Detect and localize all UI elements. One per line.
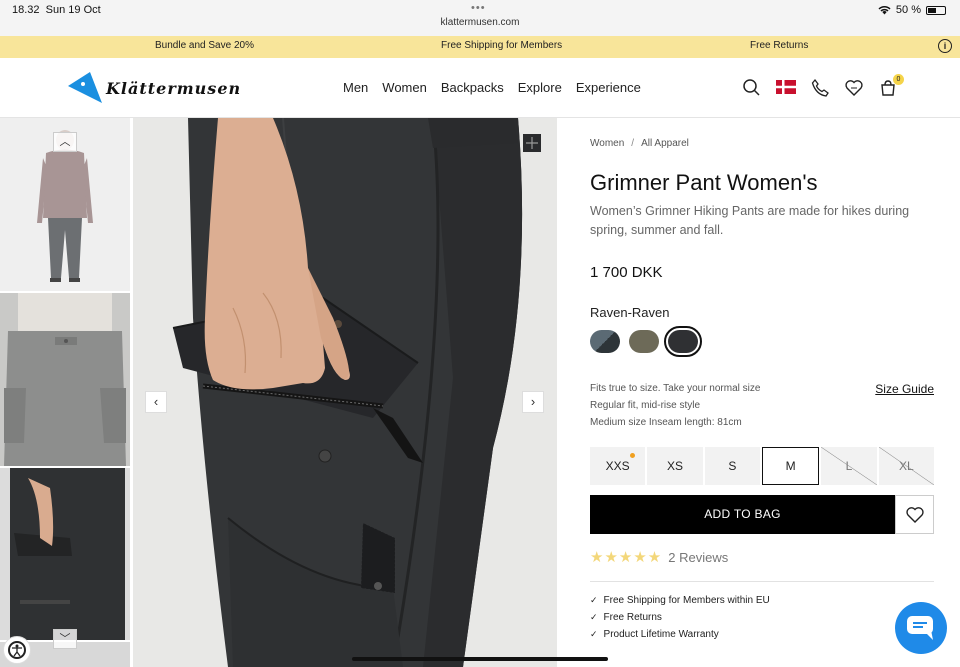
breadcrumb-all-apparel[interactable]: All Apparel bbox=[641, 138, 689, 149]
size-m[interactable]: M bbox=[761, 447, 820, 485]
multitasking-dots[interactable]: ••• bbox=[471, 2, 486, 14]
bag-icon[interactable]: 0 bbox=[878, 74, 904, 98]
size-label: XS bbox=[666, 459, 683, 473]
chat-button[interactable] bbox=[895, 602, 947, 654]
date-text: Sun 19 Oct bbox=[45, 4, 101, 16]
thumbnail-full-body[interactable]: ︿ bbox=[0, 118, 130, 291]
add-to-bag-button[interactable]: ADD TO BAG bbox=[590, 495, 895, 534]
site-header: Klättermusen Men Women Backpacks Explore… bbox=[0, 58, 960, 118]
size-selector: XXS XS S M L XL bbox=[590, 447, 935, 485]
promo-returns: Free Returns bbox=[750, 40, 809, 51]
reviews-count[interactable]: 2 Reviews bbox=[668, 550, 728, 565]
fit-info: Fits true to size. Take your normal size… bbox=[590, 380, 760, 431]
brand-logo[interactable]: Klättermusen bbox=[68, 72, 241, 104]
nav-experience[interactable]: Experience bbox=[576, 80, 641, 95]
color-swatch-olive[interactable] bbox=[629, 330, 659, 353]
perk-item: Free Returns bbox=[590, 609, 770, 626]
status-right: 50 % bbox=[878, 4, 946, 16]
color-swatches bbox=[590, 326, 702, 357]
size-label: S bbox=[728, 459, 737, 473]
size-guide-link[interactable]: Size Guide bbox=[875, 382, 934, 396]
header-icons: 0 bbox=[742, 74, 904, 98]
battery-icon bbox=[926, 5, 946, 15]
size-l[interactable]: L bbox=[821, 447, 877, 485]
info-icon[interactable]: i bbox=[938, 39, 952, 53]
promo-bundle: Bundle and Save 20% bbox=[155, 40, 254, 51]
size-xl[interactable]: XL bbox=[878, 447, 935, 485]
fit-line: Fits true to size. Take your normal size bbox=[590, 383, 761, 394]
wishlist-button[interactable] bbox=[895, 495, 934, 534]
color-swatch-blue-raven[interactable] bbox=[590, 330, 620, 353]
size-xs[interactable]: XS bbox=[647, 447, 703, 485]
thumbnail-up-button[interactable]: ︿ bbox=[53, 132, 77, 152]
status-time: 18.32 Sun 19 Oct bbox=[12, 4, 101, 16]
accessibility-icon bbox=[8, 641, 26, 659]
product-details: Women / All Apparel Grimner Pant Women's W… bbox=[557, 118, 960, 667]
divider bbox=[590, 581, 934, 582]
size-s[interactable]: S bbox=[704, 447, 760, 485]
thumbnail-waist[interactable] bbox=[0, 293, 130, 466]
promo-shipping: Free Shipping for Members bbox=[441, 40, 563, 51]
accessibility-button[interactable] bbox=[3, 636, 31, 664]
chat-bubble-icon bbox=[907, 616, 933, 640]
nav-men[interactable]: Men bbox=[343, 80, 368, 95]
thumbnail-strip: ︿ ﹀ bbox=[0, 118, 131, 667]
fit-line: Medium size Inseam length: 81cm bbox=[590, 417, 742, 428]
wifi-icon bbox=[878, 6, 891, 15]
cart-count-badge: 0 bbox=[893, 74, 904, 85]
time-text: 18.32 bbox=[12, 4, 40, 16]
thumbnail-pocket[interactable] bbox=[0, 468, 130, 640]
nav-women[interactable]: Women bbox=[382, 80, 427, 95]
nav-explore[interactable]: Explore bbox=[518, 80, 562, 95]
color-swatch-raven[interactable] bbox=[664, 326, 702, 357]
logo-triangle-icon bbox=[68, 72, 102, 103]
nav-backpacks[interactable]: Backpacks bbox=[441, 80, 504, 95]
breadcrumb: Women / All Apparel bbox=[590, 138, 689, 149]
home-indicator[interactable] bbox=[352, 657, 608, 661]
size-label: L bbox=[845, 459, 853, 473]
size-xxs[interactable]: XXS bbox=[590, 447, 646, 485]
fit-line: Regular fit, mid-rise style bbox=[590, 400, 701, 411]
next-image-button[interactable]: › bbox=[522, 391, 544, 413]
perk-item: Free Shipping for Members within EU bbox=[590, 592, 770, 609]
thumbnail-down-button[interactable]: ﹀ bbox=[53, 629, 77, 649]
heart-outline-icon bbox=[905, 506, 924, 523]
perks-list: Free Shipping for Members within EU Free… bbox=[590, 592, 770, 643]
logo-text: Klättermusen bbox=[106, 78, 242, 98]
address-url[interactable]: klattermusen.com bbox=[0, 17, 960, 28]
product-title: Grimner Pant Women's bbox=[590, 170, 818, 195]
status-bar: 18.32 Sun 19 Oct ••• klattermusen.com 50… bbox=[0, 0, 960, 36]
previous-image-button[interactable]: ‹ bbox=[145, 391, 167, 413]
battery-percent: 50 % bbox=[895, 4, 921, 16]
search-icon[interactable] bbox=[742, 78, 762, 98]
main-nav: Men Women Backpacks Explore Experience bbox=[343, 80, 641, 95]
heart-icon[interactable] bbox=[844, 78, 864, 98]
star-rating-icon: ★★★★★ bbox=[590, 549, 663, 566]
size-label: XXS bbox=[605, 459, 630, 473]
denmark-flag-icon[interactable] bbox=[776, 78, 796, 98]
perk-item: Product Lifetime Warranty bbox=[590, 626, 770, 643]
low-stock-dot bbox=[630, 453, 636, 458]
main-product-image[interactable]: ‹ › bbox=[133, 118, 557, 667]
size-label: M bbox=[785, 459, 796, 473]
selected-color-name: Raven-Raven bbox=[590, 305, 670, 320]
phone-icon[interactable] bbox=[810, 78, 830, 98]
product-price: 1 700 DKK bbox=[590, 264, 663, 281]
reviews-summary[interactable]: ★★★★★ 2 Reviews bbox=[590, 548, 728, 566]
promo-bar: Bundle and Save 20% Free Shipping for Me… bbox=[0, 36, 960, 58]
size-label: XL bbox=[898, 459, 914, 473]
product-description: Women’s Grimner Hiking Pants are made fo… bbox=[590, 204, 910, 237]
breadcrumb-women[interactable]: Women bbox=[590, 138, 624, 149]
